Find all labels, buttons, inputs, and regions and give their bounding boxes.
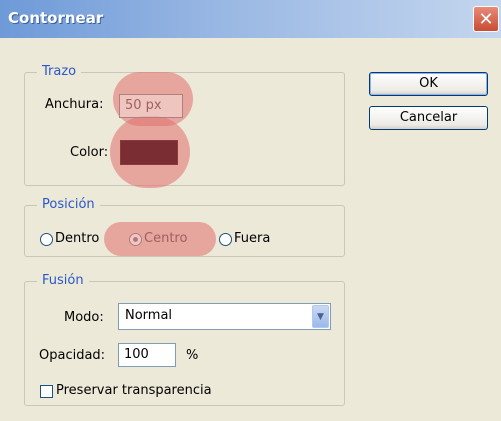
cancel-button[interactable]: Cancelar — [369, 106, 488, 130]
opacidad-input[interactable]: 100 — [118, 343, 176, 367]
posicion-legend: Posición — [37, 197, 100, 213]
radio-dentro[interactable] — [40, 233, 53, 246]
fusion-legend: Fusión — [37, 273, 89, 289]
modo-label: Modo: — [64, 310, 104, 325]
opacidad-unit: % — [186, 348, 199, 363]
centro-label: Centro — [144, 231, 188, 246]
preservar-label: Preservar transparencia — [56, 383, 212, 398]
preservar-checkbox[interactable] — [40, 385, 53, 398]
title-bar: Contornear ✕ — [0, 0, 501, 38]
ok-button[interactable]: OK — [369, 72, 488, 96]
chevron-down-icon[interactable]: ▼ — [312, 305, 329, 328]
radio-fuera[interactable] — [219, 233, 232, 246]
radio-centro[interactable] — [129, 233, 142, 246]
dentro-label: Dentro — [55, 231, 100, 246]
window-title: Contornear — [8, 9, 104, 27]
anchura-label: Anchura: — [45, 97, 104, 112]
opacidad-label: Opacidad: — [39, 348, 106, 363]
anchura-input[interactable]: 50 px — [119, 94, 183, 118]
radio-centro-dot — [133, 237, 138, 242]
color-swatch[interactable] — [120, 140, 178, 165]
color-label: Color: — [70, 145, 109, 160]
close-icon: ✕ — [478, 9, 494, 30]
trazo-legend: Trazo — [37, 64, 82, 80]
modo-select[interactable]: Normal ▼ — [118, 303, 331, 330]
fuera-label: Fuera — [234, 231, 271, 246]
modo-value: Normal — [125, 308, 173, 323]
close-button[interactable]: ✕ — [473, 6, 499, 32]
